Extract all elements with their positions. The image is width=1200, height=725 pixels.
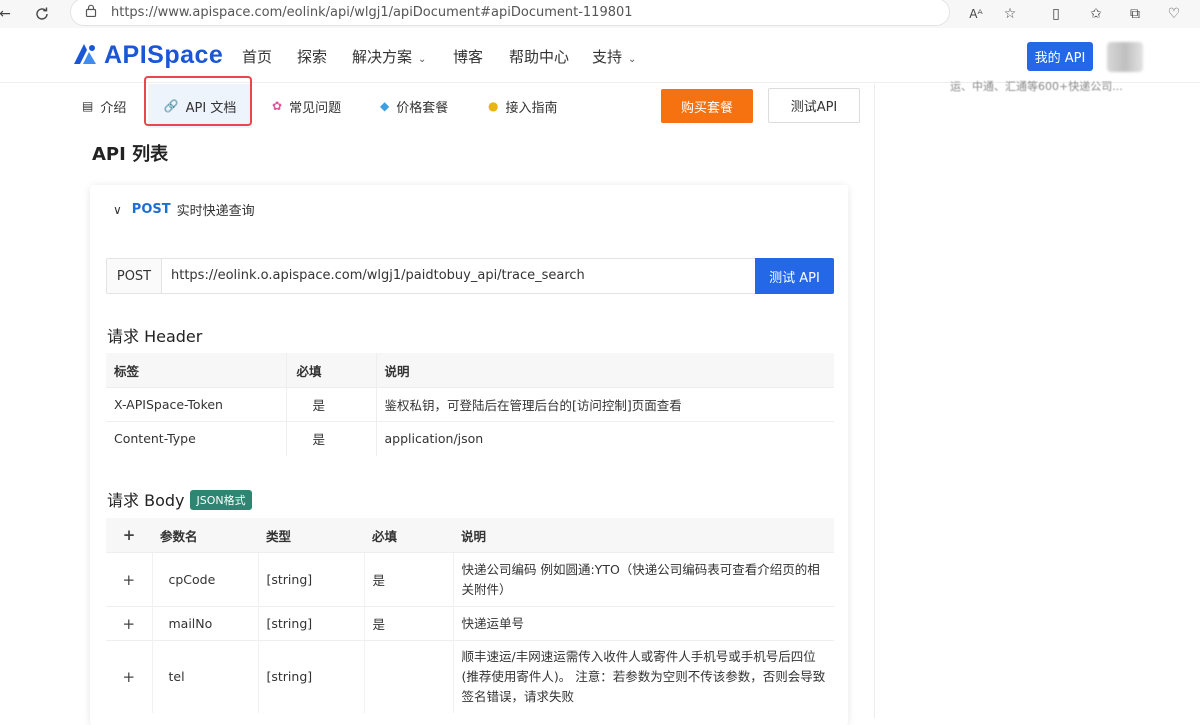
request-header-title: 请求 Header <box>107 327 203 346</box>
table-cell: 快递公司编码 例如圆通:YTO（快递公司编码表可查看介绍页的相关附件） <box>452 552 834 607</box>
collections-icon[interactable]: ⧉ <box>1124 3 1146 25</box>
table-row: X-APISpace-Token 是 鉴权私钥，可登陆后在管理后台的[访问控制]… <box>106 387 834 422</box>
endpoint-header[interactable]: ∨ POST 实时快递查询 <box>113 200 255 219</box>
logo-text: APISpace <box>104 40 224 69</box>
request-body-title: 请求 Body JSON格式 <box>107 487 252 511</box>
address-bar-url: https://www.apispace.com/eolink/api/wlgj… <box>111 5 633 20</box>
favorites-icon[interactable]: ✩ <box>1085 3 1107 25</box>
nav-home[interactable]: 首页 <box>242 46 272 67</box>
table-cell: [string] <box>257 606 364 641</box>
table-cell: Content-Type <box>106 421 286 456</box>
panel-divider <box>874 84 875 718</box>
table-header-row: + 参数名 类型 必填 说明 <box>106 518 834 553</box>
buy-plan-button[interactable]: 购买套餐 <box>661 89 753 123</box>
address-bar[interactable]: https://www.apispace.com/eolink/api/wlgj… <box>70 0 950 26</box>
table-cell: 是 <box>285 421 376 456</box>
column-header: 说明 <box>375 353 834 388</box>
nav-support[interactable]: 支持 ⌄ <box>592 46 636 67</box>
endpoint-url: https://eolink.o.apispace.com/wlgj1/paid… <box>171 268 585 283</box>
nav-solutions[interactable]: 解决方案 ⌄ <box>352 46 426 67</box>
read-aloud-icon[interactable]: Aᴬ <box>965 3 987 25</box>
chevron-down-icon: ⌄ <box>628 54 637 65</box>
table-cell <box>363 640 453 713</box>
table-cell: 是 <box>285 387 376 422</box>
table-row: + cpCode [string] 是 快递公司编码 例如圆通:YTO（快递公司… <box>106 552 834 607</box>
table-cell: application/json <box>375 421 834 456</box>
json-format-badge: JSON格式 <box>190 490 252 510</box>
lightbulb-icon: ● <box>488 99 499 113</box>
chevron-down-icon: ⌄ <box>418 54 427 65</box>
table-cell: [string] <box>257 640 364 713</box>
avatar[interactable] <box>1107 42 1143 72</box>
tab-intro[interactable]: ▤ 介绍 <box>82 84 126 128</box>
table-cell: 是 <box>363 552 453 607</box>
flower-icon: ✿ <box>272 99 283 113</box>
endpoint-method: POST <box>131 202 171 217</box>
column-header: 类型 <box>258 518 364 553</box>
side-description-snippet: 运、中通、汇通等600+快递公司... <box>950 80 1123 93</box>
nav-blog[interactable]: 博客 <box>453 46 483 67</box>
column-header: 必填 <box>364 518 453 553</box>
table-cell: 顺丰速运/丰网速运需传入收件人或寄件人手机号或手机号后四位(推荐使用寄件人)。 … <box>452 640 834 713</box>
diamond-icon: ◆ <box>380 99 390 113</box>
nav-explore[interactable]: 探索 <box>297 46 327 67</box>
table-cell: X-APISpace-Token <box>106 387 286 422</box>
table-cell: tel <box>151 640 258 713</box>
table-row: Content-Type 是 application/json <box>106 421 834 456</box>
my-api-button[interactable]: 我的 API <box>1027 42 1093 71</box>
table-header-row: 标签 必填 说明 <box>106 353 834 388</box>
refresh-icon[interactable] <box>31 3 53 25</box>
table-cell: 快递运单号 <box>452 606 834 641</box>
api-list-title: API 列表 <box>92 144 169 165</box>
test-endpoint-button[interactable]: 测试 API <box>755 258 834 294</box>
expand-row-icon[interactable]: + <box>106 640 152 713</box>
url-method: POST <box>107 259 162 293</box>
table-cell: [string] <box>257 552 364 607</box>
browser-toolbar: ← https://www.apispace.com/eolink/api/wl… <box>0 0 1200 28</box>
table-cell: 是 <box>363 606 453 641</box>
expand-row-icon[interactable]: + <box>106 552 152 607</box>
table-row: + mailNo [string] 是 快递运单号 <box>106 606 834 641</box>
column-header: 必填 <box>285 353 376 388</box>
tab-pricing[interactable]: ◆ 价格套餐 <box>380 84 448 128</box>
request-header-table: 标签 必填 说明 X-APISpace-Token 是 鉴权私钥，可登陆后在管理… <box>106 353 834 456</box>
column-header: 参数名 <box>152 518 258 553</box>
favorite-icon[interactable]: ☆ <box>999 3 1021 25</box>
expand-all-icon[interactable]: + <box>106 518 152 553</box>
expand-row-icon[interactable]: + <box>106 606 152 641</box>
endpoint-url-row: POST https://eolink.o.apispace.com/wlgj1… <box>106 258 834 294</box>
nav-help-center[interactable]: 帮助中心 <box>509 46 569 67</box>
document-icon: ▤ <box>82 99 94 113</box>
table-cell: 鉴权私钥，可登陆后在管理后台的[访问控制]页面查看 <box>375 387 834 422</box>
site-header: APISpace 首页 探索 解决方案 ⌄ 博客 帮助中心 支持 ⌄ 我的 API <box>0 28 1200 83</box>
chevron-down-icon: ∨ <box>113 202 122 217</box>
table-row: + tel [string] 顺丰速运/丰网速运需传入收件人或寄件人手机号或手机… <box>106 640 834 713</box>
test-api-button[interactable]: 测试API <box>768 88 860 123</box>
table-cell: mailNo <box>151 606 258 641</box>
lock-icon <box>85 4 97 20</box>
highlight-box <box>144 76 252 126</box>
tab-faq[interactable]: ✿ 常见问题 <box>272 84 341 128</box>
request-body-table: + 参数名 类型 必填 说明 + cpCode [string] 是 快递公司编… <box>106 518 834 713</box>
table-cell: cpCode <box>151 552 258 607</box>
logo[interactable]: APISpace <box>70 38 223 72</box>
back-icon[interactable]: ← <box>0 3 16 25</box>
column-header: 说明 <box>453 518 834 553</box>
apispace-logo-icon <box>74 44 96 64</box>
split-screen-icon[interactable]: ▯ <box>1045 3 1067 25</box>
column-header: 标签 <box>106 353 286 388</box>
performance-icon[interactable]: ♡ <box>1163 3 1185 25</box>
endpoint-name: 实时快递查询 <box>176 204 255 219</box>
tab-integration-guide[interactable]: ● 接入指南 <box>488 84 558 128</box>
